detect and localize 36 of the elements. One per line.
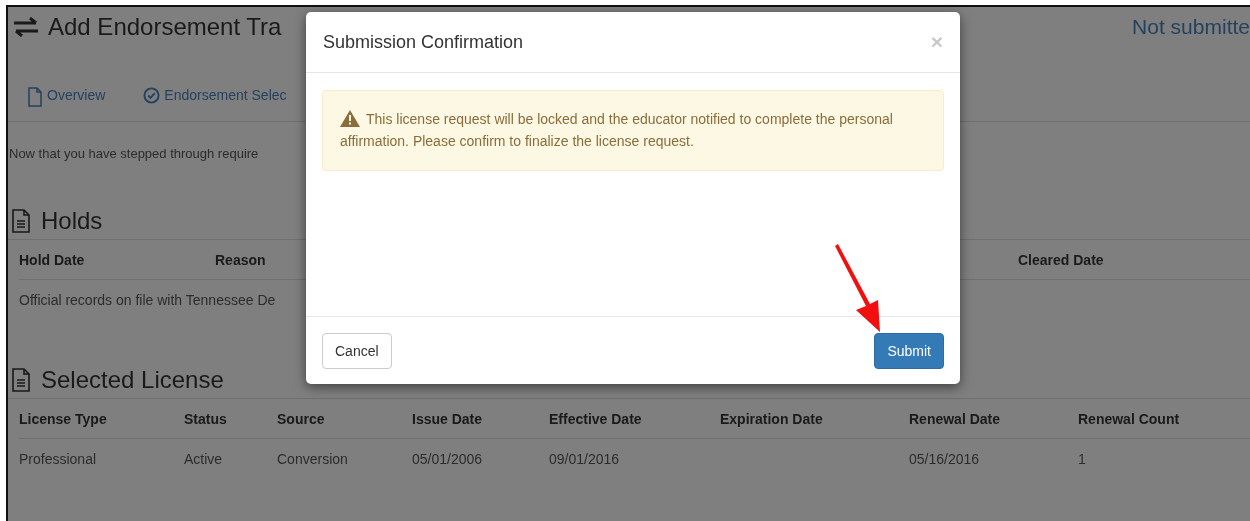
column-header: Expiration Date <box>720 399 909 439</box>
column-header: Renewal Count <box>1078 399 1250 439</box>
table-cell-text: 09/01/2016 <box>549 450 621 469</box>
intro-text: Now that you have stepped through require <box>9 146 259 161</box>
swap-arrows-icon <box>12 17 40 37</box>
column-header: Source <box>277 399 412 439</box>
column-header: Issue Date <box>412 399 549 439</box>
section-heading: Selected License <box>41 366 224 394</box>
warning-icon <box>340 110 360 127</box>
column-header: Status <box>184 399 277 439</box>
submission-status: Not submitte <box>1132 15 1250 39</box>
nav-tab[interactable]: Overview <box>27 87 106 121</box>
column-header: Hold Date <box>19 240 215 280</box>
document-icon <box>11 209 31 233</box>
table-cell-text: 1 <box>1078 450 1087 469</box>
warning-message: This license request will be locked and the educator notified to complete the personal affirmation. Please confirm to finalize the license request. <box>322 90 944 171</box>
table-cell-text: Active <box>184 450 224 469</box>
nav-tab[interactable]: Endorsement Selec <box>143 87 287 121</box>
close-button[interactable]: × <box>930 30 943 54</box>
page-title: Add Endorsement Tra <box>48 13 282 41</box>
table-cell-text: Official records on file with Tennessee De <box>19 291 277 310</box>
table-cell-text: 05/01/2006 <box>412 450 484 469</box>
column-header: Effective Date <box>549 399 720 439</box>
table-cell-text: 05/16/2016 <box>909 450 981 469</box>
table-cell-text: Professional <box>19 450 98 469</box>
document-icon <box>27 87 43 107</box>
dialog-title: Submission Confirmation <box>323 31 524 53</box>
submit-button[interactable]: Submit <box>874 333 944 369</box>
section-heading: Holds <box>41 207 103 235</box>
document-icon <box>11 368 31 392</box>
column-header: License Type <box>19 399 184 439</box>
check-circle-icon <box>143 87 161 104</box>
cancel-button[interactable]: Cancel <box>322 333 392 369</box>
column-header: Cleared Date <box>1018 240 1250 280</box>
column-header: Renewal Date <box>909 399 1078 439</box>
table-cell-text: Conversion <box>277 450 349 469</box>
